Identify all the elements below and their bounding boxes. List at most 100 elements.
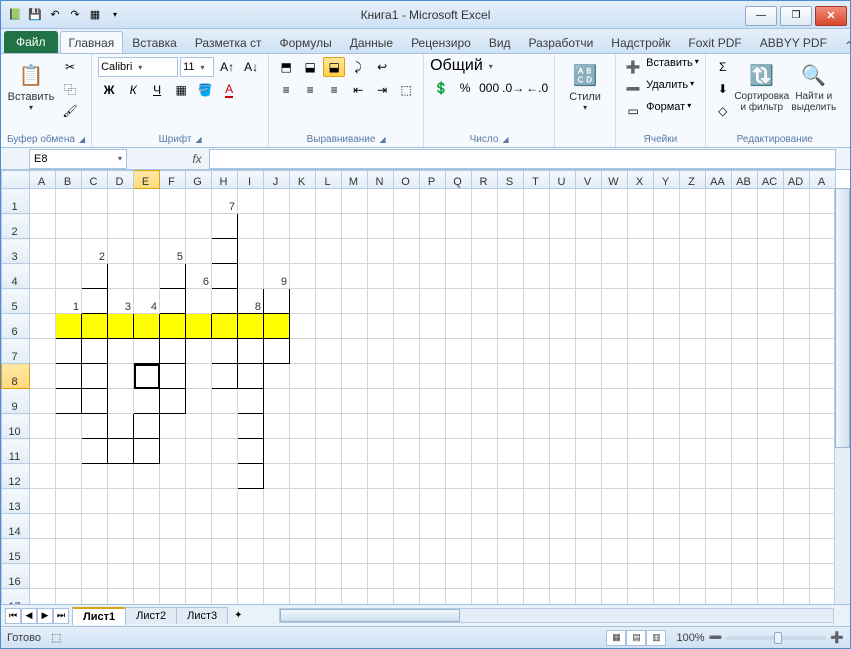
cell[interactable] [316, 289, 342, 314]
row-header[interactable]: 1 [2, 189, 30, 214]
column-header[interactable]: W [602, 171, 628, 189]
cell[interactable] [732, 314, 758, 339]
cell[interactable] [732, 539, 758, 564]
cell[interactable] [420, 564, 446, 589]
tab-home[interactable]: Главная [60, 31, 124, 53]
cell[interactable] [420, 214, 446, 239]
tab-data[interactable]: Данные [341, 31, 402, 53]
cell[interactable] [82, 564, 108, 589]
cell[interactable] [264, 514, 290, 539]
delete-cells-button[interactable]: ➖Удалить▾ [622, 79, 699, 99]
cell[interactable] [446, 539, 472, 564]
cell[interactable] [56, 364, 82, 389]
format-painter-icon[interactable]: 🖌 [59, 101, 81, 121]
cell[interactable] [238, 589, 264, 605]
cell[interactable] [576, 414, 602, 439]
cell[interactable] [160, 314, 186, 339]
cell[interactable] [264, 339, 290, 364]
cell[interactable] [30, 564, 56, 589]
cell[interactable] [758, 214, 784, 239]
cell[interactable] [732, 364, 758, 389]
cell[interactable] [212, 564, 238, 589]
cell[interactable]: 2 [82, 239, 108, 264]
cell[interactable] [108, 264, 134, 289]
cell[interactable] [420, 339, 446, 364]
increase-font-icon[interactable]: A↑ [216, 57, 238, 77]
cell[interactable] [290, 289, 316, 314]
cell[interactable] [134, 414, 160, 439]
cell[interactable] [394, 264, 420, 289]
cell[interactable] [420, 414, 446, 439]
cell[interactable] [160, 214, 186, 239]
cell[interactable] [784, 514, 810, 539]
cell[interactable] [238, 489, 264, 514]
cell[interactable] [30, 514, 56, 539]
cell[interactable] [732, 514, 758, 539]
cell[interactable] [524, 539, 550, 564]
cell[interactable] [316, 214, 342, 239]
cell[interactable] [238, 439, 264, 464]
cell[interactable]: 4 [134, 289, 160, 314]
cell[interactable] [316, 364, 342, 389]
cell[interactable] [342, 289, 368, 314]
cell[interactable] [316, 239, 342, 264]
cell[interactable] [342, 514, 368, 539]
column-header[interactable]: V [576, 171, 602, 189]
cell[interactable] [394, 189, 420, 214]
align-right-icon[interactable]: ≡ [323, 80, 345, 100]
cell[interactable] [186, 539, 212, 564]
cell[interactable] [706, 314, 732, 339]
cell[interactable] [758, 464, 784, 489]
cell[interactable] [472, 189, 498, 214]
column-header[interactable]: M [342, 171, 368, 189]
cell[interactable] [602, 539, 628, 564]
cell[interactable] [394, 314, 420, 339]
cell[interactable] [680, 464, 706, 489]
cell[interactable] [394, 414, 420, 439]
cell[interactable] [498, 364, 524, 389]
cell[interactable] [706, 214, 732, 239]
cell[interactable] [654, 389, 680, 414]
cell[interactable] [628, 314, 654, 339]
cell[interactable] [342, 464, 368, 489]
cell[interactable] [186, 464, 212, 489]
minimize-button[interactable]: — [745, 6, 777, 26]
cell[interactable] [368, 564, 394, 589]
find-select-button[interactable]: 🔍 Найти и выделить [790, 57, 838, 133]
cell[interactable] [342, 364, 368, 389]
cell[interactable] [446, 514, 472, 539]
cell[interactable] [30, 239, 56, 264]
align-left-icon[interactable]: ≡ [275, 80, 297, 100]
cell[interactable] [758, 439, 784, 464]
cell[interactable] [186, 364, 212, 389]
cell[interactable] [186, 289, 212, 314]
cell[interactable] [498, 389, 524, 414]
cell[interactable] [290, 264, 316, 289]
cell[interactable] [108, 364, 134, 389]
cell[interactable] [108, 239, 134, 264]
cell[interactable] [368, 439, 394, 464]
cell[interactable] [524, 414, 550, 439]
cell[interactable] [654, 564, 680, 589]
cell[interactable] [654, 239, 680, 264]
cell[interactable] [784, 189, 810, 214]
cell[interactable] [420, 314, 446, 339]
cell[interactable] [394, 514, 420, 539]
row-header[interactable]: 9 [2, 389, 30, 414]
cell[interactable] [316, 339, 342, 364]
cell[interactable] [732, 264, 758, 289]
cell[interactable] [56, 414, 82, 439]
column-header[interactable]: X [628, 171, 654, 189]
row-header[interactable]: 12 [2, 464, 30, 489]
cell[interactable] [732, 564, 758, 589]
cell[interactable] [550, 389, 576, 414]
cell[interactable] [602, 189, 628, 214]
cell[interactable] [732, 439, 758, 464]
cell[interactable] [498, 564, 524, 589]
cell[interactable] [628, 339, 654, 364]
cell[interactable] [446, 214, 472, 239]
cell[interactable] [56, 539, 82, 564]
cell[interactable] [602, 514, 628, 539]
cell[interactable] [134, 189, 160, 214]
scrollbar-thumb[interactable] [835, 188, 850, 448]
